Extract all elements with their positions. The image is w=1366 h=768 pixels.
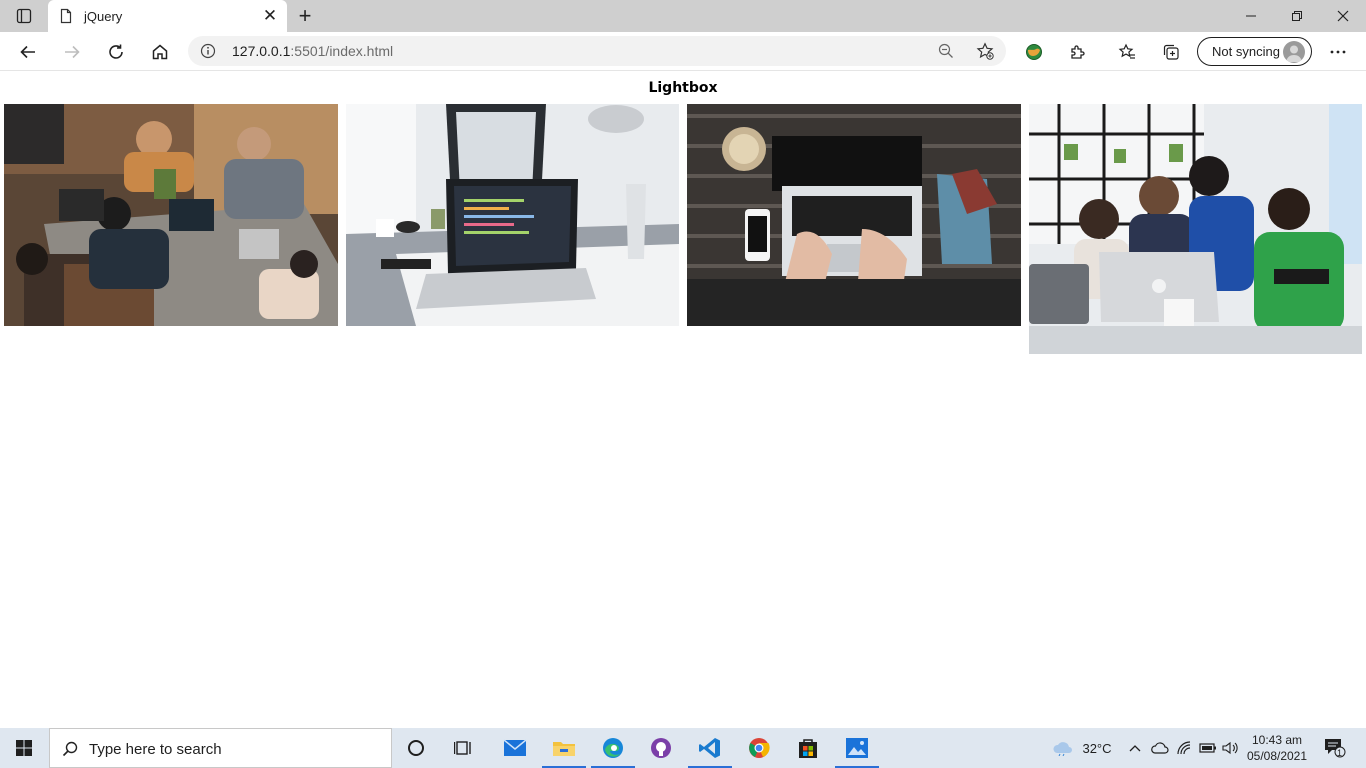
new-tab-button[interactable]: + — [294, 5, 316, 27]
chrome-app[interactable] — [735, 728, 783, 768]
favorites-button[interactable] — [1113, 38, 1141, 66]
settings-more-button[interactable] — [1324, 38, 1352, 66]
browser-tab[interactable]: jQuery ✕ — [48, 0, 287, 32]
url-host: 127.0.0.1 — [232, 43, 291, 59]
group-laptop-photo — [1029, 104, 1362, 354]
close-icon — [1337, 10, 1349, 22]
weather-temperature[interactable]: 32°C — [1080, 728, 1114, 768]
home-button[interactable] — [146, 38, 174, 66]
minimize-button[interactable] — [1228, 4, 1274, 28]
network-tray[interactable] — [1174, 728, 1196, 768]
refresh-icon — [109, 44, 123, 59]
tab-actions-icon — [16, 8, 32, 24]
volume-tray[interactable] — [1220, 728, 1242, 768]
windows-taskbar: Type here to search 32°C 10:43 am 05/08/… — [0, 728, 1366, 768]
extensions-button[interactable] — [1064, 38, 1092, 66]
wifi-icon — [1177, 741, 1191, 755]
onedrive-tray[interactable] — [1149, 728, 1171, 768]
photos-app[interactable] — [833, 728, 881, 768]
star-list-icon — [1118, 43, 1135, 59]
url-text[interactable]: 127.0.0.1:5501/index.html — [232, 43, 393, 59]
tab-title: jQuery — [84, 9, 123, 24]
edge-browser-app[interactable] — [589, 728, 637, 768]
user-icon — [1286, 45, 1302, 62]
typing-laptop-photo — [687, 104, 1021, 326]
restore-button[interactable] — [1274, 4, 1320, 28]
clock-date: 05/08/2021 — [1246, 749, 1308, 763]
edge-icon — [603, 738, 623, 758]
avatar — [1283, 41, 1305, 63]
laptop-desk-photo — [346, 104, 679, 326]
extension-globe-button[interactable] — [1020, 38, 1048, 66]
task-view-button[interactable] — [440, 728, 488, 768]
search-icon — [62, 741, 78, 757]
taskbar-search-box[interactable]: Type here to search — [49, 728, 392, 768]
home-icon — [152, 44, 168, 60]
github-icon — [651, 738, 671, 758]
clock-time: 10:43 am — [1251, 733, 1303, 747]
chrome-icon — [749, 738, 770, 758]
page-title: Lightbox — [648, 80, 718, 96]
search-placeholder: Type here to search — [89, 741, 222, 758]
tab-actions-button[interactable] — [8, 4, 40, 28]
store-icon — [799, 739, 817, 758]
folder-icon — [553, 742, 575, 756]
vscode-icon — [699, 738, 720, 758]
info-icon[interactable] — [200, 43, 216, 59]
start-button[interactable] — [0, 728, 48, 768]
cloud-icon — [1151, 742, 1169, 754]
puzzle-icon — [1071, 45, 1085, 59]
store-app[interactable] — [784, 728, 832, 768]
vscode-app[interactable] — [686, 728, 734, 768]
team-coding-photo — [4, 104, 338, 326]
battery-icon — [1199, 743, 1216, 753]
add-favorite-icon[interactable] — [976, 42, 994, 60]
mail-icon — [503, 739, 527, 756]
chevron-up-icon — [1129, 745, 1141, 752]
url-path: :5501/index.html — [290, 43, 394, 59]
system-clock[interactable]: 10:43 am 05/08/2021 — [1242, 732, 1312, 764]
weather-cloud-icon — [1053, 742, 1072, 756]
back-button[interactable] — [14, 38, 42, 66]
close-window-button[interactable] — [1320, 4, 1366, 28]
file-explorer-app[interactable] — [540, 728, 588, 768]
weather-widget[interactable] — [1050, 728, 1076, 768]
tab-strip: jQuery ✕ + — [0, 0, 1366, 32]
tab-close-icon[interactable]: ✕ — [262, 7, 278, 24]
gallery-image-group-laptop[interactable] — [1029, 104, 1362, 354]
browser-toolbar: 127.0.0.1:5501/index.html Not syncing — [0, 32, 1366, 71]
gallery-image-laptop-desk[interactable] — [346, 104, 679, 326]
globe-extension-icon — [1026, 44, 1042, 60]
refresh-button[interactable] — [102, 38, 130, 66]
collections-icon — [1163, 44, 1179, 60]
more-horizontal-icon — [1330, 50, 1346, 54]
zoom-out-icon[interactable] — [938, 43, 954, 59]
page-icon — [60, 8, 72, 24]
gallery-image-typing-laptop[interactable] — [687, 104, 1021, 326]
sync-status-label: Not syncing — [1212, 44, 1280, 59]
cortana-icon — [408, 740, 424, 756]
forward-button[interactable] — [58, 38, 86, 66]
notification-icon — [1325, 739, 1346, 758]
battery-tray[interactable] — [1197, 728, 1219, 768]
address-bar[interactable]: 127.0.0.1:5501/index.html — [188, 36, 1006, 66]
mail-app[interactable] — [491, 728, 539, 768]
windows-logo-icon — [16, 740, 32, 756]
restore-icon — [1292, 11, 1302, 21]
collections-button[interactable] — [1157, 38, 1185, 66]
task-view-icon — [454, 741, 471, 755]
profile-sync-button[interactable]: Not syncing — [1197, 37, 1312, 66]
photos-icon — [846, 738, 868, 758]
show-hidden-icons-button[interactable] — [1126, 728, 1144, 768]
minimize-icon — [1246, 15, 1256, 17]
cortana-button[interactable] — [392, 728, 440, 768]
gallery-image-team-coding[interactable] — [4, 104, 338, 326]
notification-count: 1 — [1337, 748, 1343, 758]
speaker-icon — [1222, 741, 1238, 755]
web-page: Lightbox — [0, 72, 1366, 728]
arrow-left-icon — [20, 45, 35, 59]
notification-center-button[interactable]: 1 — [1322, 728, 1348, 768]
arrow-right-icon — [65, 45, 80, 59]
github-app[interactable] — [637, 728, 685, 768]
